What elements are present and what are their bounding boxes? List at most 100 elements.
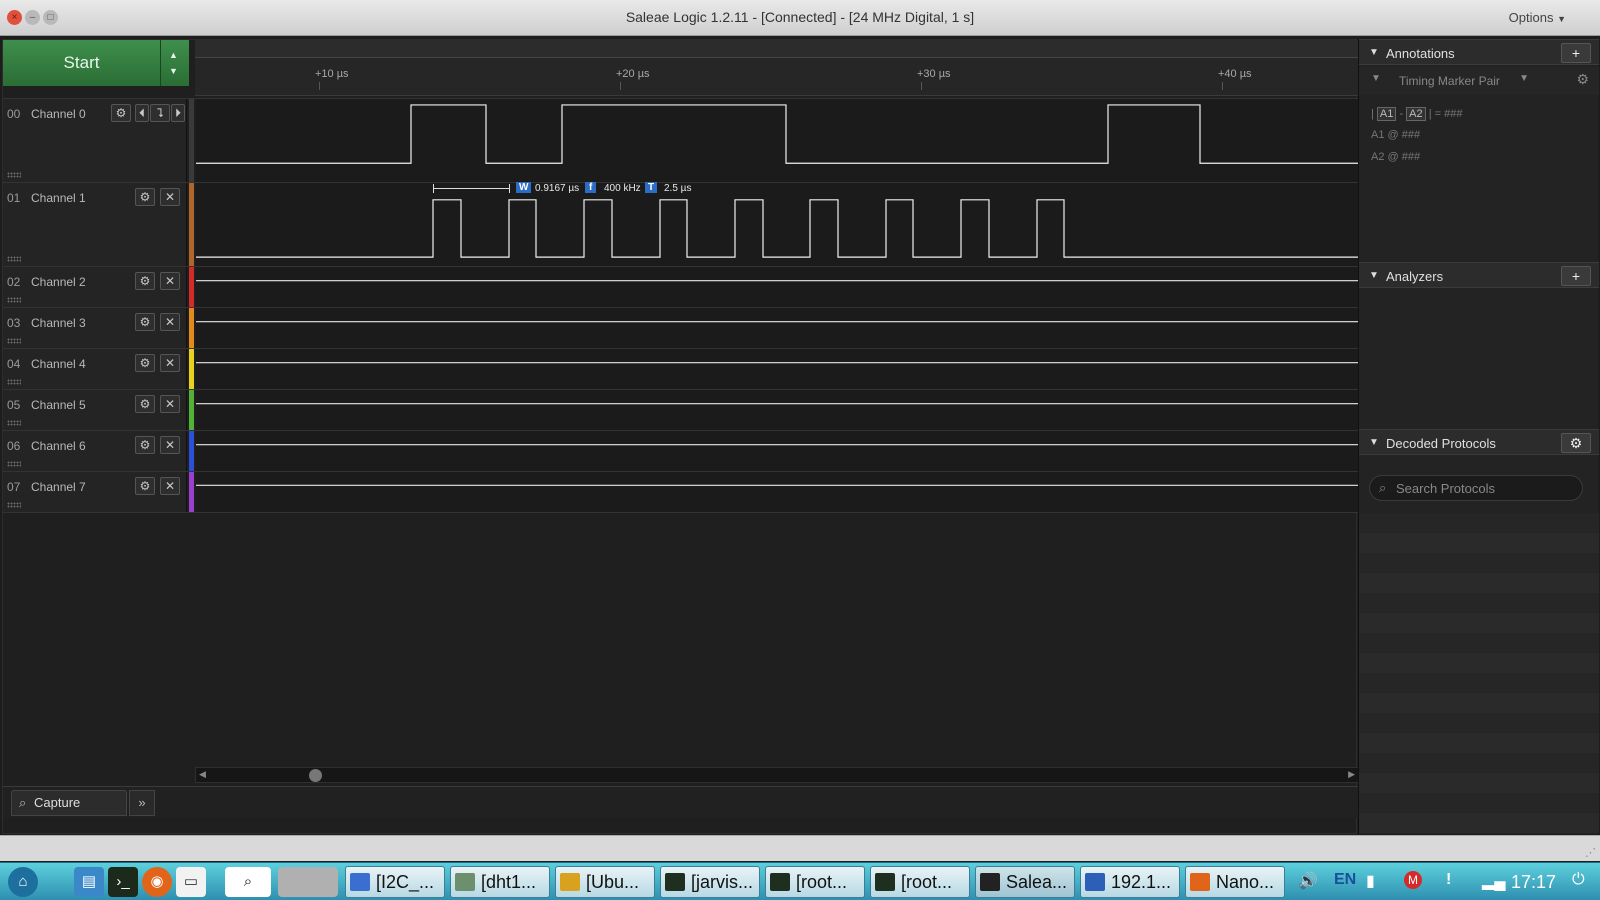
horizontal-scrollbar[interactable]: ◀ ▶ <box>195 767 1359 783</box>
channel-close-icon[interactable]: ✕ <box>160 188 180 206</box>
taskbar-task[interactable]: 192.1... <box>1080 866 1180 898</box>
power-icon[interactable]: ⏻ <box>1572 871 1585 889</box>
resize-grip-icon[interactable]: ⋰ <box>1585 846 1596 859</box>
taskbar-task[interactable]: [jarvis... <box>660 866 760 898</box>
marker-collapse-icon[interactable]: ▼ <box>1371 73 1381 84</box>
channel-7-waveform[interactable] <box>196 472 1359 512</box>
channel-settings-gear-icon[interactable]: ⚙ <box>135 395 155 413</box>
channel-name[interactable]: Channel 1 <box>31 191 86 205</box>
drag-handle-icon[interactable] <box>7 256 21 262</box>
width-span-end <box>509 184 510 193</box>
channel-name[interactable]: Channel 3 <box>31 316 86 330</box>
channel-close-icon[interactable]: ✕ <box>160 354 180 372</box>
taskbar-task[interactable]: [dht1... <box>450 866 550 898</box>
taskbar-task[interactable]: [root... <box>870 866 970 898</box>
window-launcher-icon[interactable]: ▭ <box>176 867 206 897</box>
network-signal-icon[interactable]: ▂▄ <box>1482 871 1506 891</box>
channel-0-waveform[interactable] <box>196 99 1359 182</box>
taskbar-task[interactable]: [root... <box>765 866 865 898</box>
collapse-triangle-icon[interactable]: ▼ <box>1369 270 1379 281</box>
taskbar-task[interactable]: [Ubu... <box>555 866 655 898</box>
next-edge-icon[interactable]: ⏵ <box>171 104 185 122</box>
scroll-right-icon[interactable]: ▶ <box>1348 769 1355 780</box>
add-annotation-button[interactable]: + <box>1561 43 1591 63</box>
tab-capture[interactable]: ⌕ Capture <box>11 790 127 816</box>
mail-notifier-icon[interactable]: M <box>1404 871 1422 889</box>
channel-1-waveform[interactable] <box>196 183 1359 266</box>
firefox-launcher-icon[interactable]: ◉ <box>142 867 172 897</box>
decoded-protocols-header[interactable]: ▼ Decoded Protocols ⚙ <box>1359 429 1599 455</box>
channel-5-waveform[interactable] <box>196 390 1359 430</box>
search-launcher-icon[interactable]: ⌕ <box>225 867 271 897</box>
channel-name[interactable]: Channel 2 <box>31 275 86 289</box>
chevron-down-icon[interactable]: ▼ <box>169 66 178 76</box>
channel-6-waveform[interactable] <box>196 431 1359 471</box>
options-menu[interactable]: Options ▼ <box>1509 10 1566 25</box>
drag-handle-icon[interactable] <box>7 172 21 178</box>
clock[interactable]: 17:17 <box>1511 872 1556 893</box>
scrollbar-thumb[interactable] <box>309 769 322 782</box>
channel-name[interactable]: Channel 0 <box>31 107 86 121</box>
drag-handle-icon[interactable] <box>7 379 21 385</box>
drag-handle-icon[interactable] <box>7 461 21 467</box>
taskbar-task-active[interactable]: Salea... <box>975 866 1075 898</box>
channel-close-icon[interactable]: ✕ <box>160 477 180 495</box>
workspace-switcher[interactable] <box>278 867 338 897</box>
channel-close-icon[interactable]: ✕ <box>160 395 180 413</box>
file-manager-icon[interactable]: ▤ <box>74 867 104 897</box>
keyboard-layout-indicator[interactable]: EN <box>1334 871 1356 889</box>
channel-label-panel: 01 Channel 1 ⚙ ✕ <box>3 183 187 266</box>
protocols-settings-gear-icon[interactable]: ⚙ <box>1561 433 1591 453</box>
taskbar-task[interactable]: [I2C_... <box>345 866 445 898</box>
collapse-triangle-icon[interactable]: ▼ <box>1369 47 1379 58</box>
start-menu-icon[interactable]: ⌂ <box>8 867 38 897</box>
channel-close-icon[interactable]: ✕ <box>160 272 180 290</box>
decoded-protocols-list[interactable] <box>1359 513 1599 833</box>
channel-settings-gear-icon[interactable]: ⚙ <box>111 104 131 122</box>
chevron-up-icon[interactable]: ▲ <box>169 50 178 60</box>
channel-name[interactable]: Channel 6 <box>31 439 86 453</box>
drag-handle-icon[interactable] <box>7 297 21 303</box>
channel-2-waveform[interactable] <box>196 267 1359 307</box>
annotations-header[interactable]: ▼ Annotations + <box>1359 39 1599 65</box>
analyzers-header[interactable]: ▼ Analyzers + <box>1359 262 1599 288</box>
volume-icon[interactable]: 🔊 <box>1298 871 1318 891</box>
start-capture-button[interactable]: Start <box>3 40 161 86</box>
scroll-left-icon[interactable]: ◀ <box>199 769 206 780</box>
a1-marker-button[interactable]: A1 <box>1376 107 1397 121</box>
prev-edge-icon[interactable]: ⏴ <box>135 104 149 122</box>
search-protocols-input[interactable] <box>1396 479 1576 497</box>
drag-handle-icon[interactable] <box>7 420 21 426</box>
more-tabs-button[interactable]: » <box>129 790 155 816</box>
channel-settings-gear-icon[interactable]: ⚙ <box>135 354 155 372</box>
channel-name[interactable]: Channel 5 <box>31 398 86 412</box>
channel-3-waveform[interactable] <box>196 308 1359 348</box>
channel-close-icon[interactable]: ✕ <box>160 436 180 454</box>
add-analyzer-button[interactable]: + <box>1561 266 1591 286</box>
drag-handle-icon[interactable] <box>7 502 21 508</box>
channel-settings-gear-icon[interactable]: ⚙ <box>135 436 155 454</box>
battery-icon[interactable]: ▮ <box>1366 871 1375 891</box>
terminal-launcher-icon[interactable]: ›_ <box>108 867 138 897</box>
drag-handle-icon[interactable] <box>7 338 21 344</box>
channel-close-icon[interactable]: ✕ <box>160 313 180 331</box>
time-ruler[interactable]: +10 µs +20 µs +30 µs +40 µs <box>195 40 1359 96</box>
collapse-triangle-icon[interactable]: ▼ <box>1369 437 1379 448</box>
trigger-edge-icon[interactable]: ⮧ <box>150 104 170 122</box>
channel-settings-gear-icon[interactable]: ⚙ <box>135 477 155 495</box>
channel-name[interactable]: Channel 7 <box>31 480 86 494</box>
taskbar-task[interactable]: Nano... <box>1185 866 1285 898</box>
channel-settings-gear-icon[interactable]: ⚙ <box>135 272 155 290</box>
channel-settings-gear-icon[interactable]: ⚙ <box>135 313 155 331</box>
chevron-down-icon[interactable]: ▼ <box>1519 73 1529 84</box>
ruler-overview-strip[interactable] <box>195 40 1359 58</box>
warning-icon[interactable]: ! <box>1446 871 1451 889</box>
protocol-search[interactable]: ⌕ <box>1369 475 1583 501</box>
marker-settings-gear-icon[interactable]: ⚙ <box>1576 71 1589 88</box>
timing-marker-pair[interactable]: ▼ Timing Marker Pair ▼ ⚙ <box>1359 67 1599 95</box>
a2-marker-button[interactable]: A2 <box>1406 107 1426 121</box>
channel-settings-gear-icon[interactable]: ⚙ <box>135 188 155 206</box>
channel-4-waveform[interactable] <box>196 349 1359 389</box>
start-options-spinner[interactable]: ▲ ▼ <box>161 40 189 86</box>
channel-name[interactable]: Channel 4 <box>31 357 86 371</box>
